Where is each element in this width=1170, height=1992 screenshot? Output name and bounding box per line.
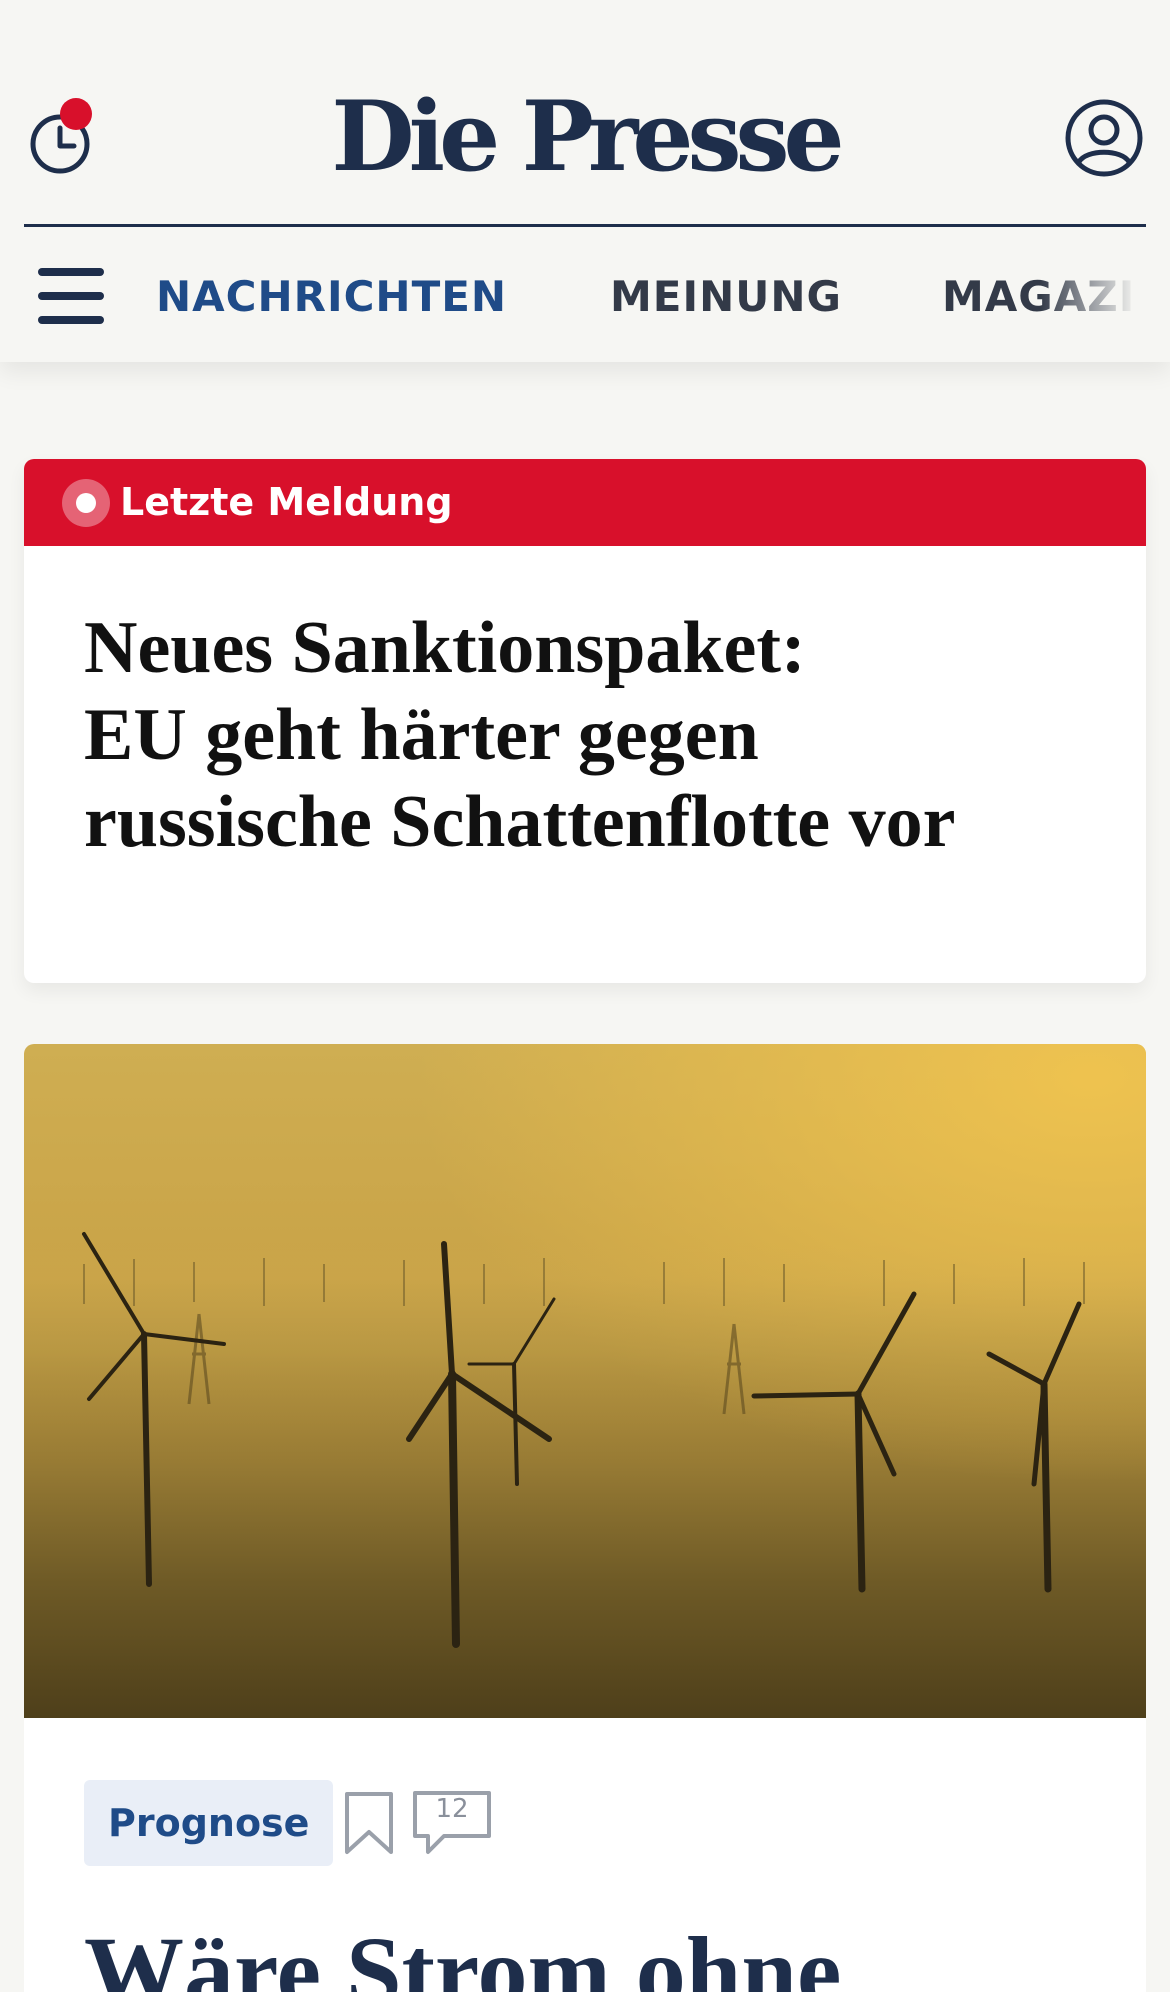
user-circle-icon <box>1065 99 1143 177</box>
hamburger-menu-icon <box>38 268 104 276</box>
headline-line: russische Schattenflotte vor <box>84 781 956 863</box>
article-image-wind-turbines[interactable] <box>24 1044 1146 1718</box>
hamburger-menu-icon <box>38 316 104 324</box>
nav-item-meinung[interactable]: MEINUNG <box>610 262 842 332</box>
menu-button[interactable] <box>38 268 106 324</box>
nav-scroll-fade <box>1040 240 1170 350</box>
header-divider <box>24 224 1146 227</box>
account-button[interactable] <box>1064 98 1144 178</box>
article-tag[interactable]: Prognose <box>84 1780 334 1866</box>
comments-button[interactable]: 12 <box>412 1790 494 1856</box>
hamburger-menu-icon <box>38 292 104 300</box>
breaking-news-label: Letzte Meldung <box>120 480 453 524</box>
headline-line: Neues Sanktionspaket: <box>84 607 806 689</box>
site-header: Die Presse NACHRICHTEN MEINUNG MAGAZIN <box>0 0 1170 362</box>
comment-count: 12 <box>435 1794 469 1824</box>
breaking-headline[interactable]: Neues Sanktionspaket: EU geht härter geg… <box>84 605 1084 866</box>
site-logo[interactable]: Die Presse <box>0 72 1170 202</box>
page: Die Presse NACHRICHTEN MEINUNG MAGAZIN L… <box>0 0 1170 1992</box>
breaking-news-bar: Letzte Meldung <box>24 459 1146 546</box>
bookmark-icon <box>345 1792 393 1854</box>
bookmark-button[interactable] <box>342 1790 396 1856</box>
article-title[interactable]: Wäre Strom ohne <box>84 1912 1124 1992</box>
headline-line: EU geht härter gegen <box>84 694 759 776</box>
lead-article-card[interactable]: Prognose 12 Wäre Strom ohne <box>24 1044 1146 1992</box>
nav-item-nachrichten[interactable]: NACHRICHTEN <box>156 262 507 332</box>
breaking-news-card[interactable]: Letzte Meldung Neues Sanktionspaket: EU … <box>24 459 1146 983</box>
live-indicator-icon <box>62 479 110 527</box>
